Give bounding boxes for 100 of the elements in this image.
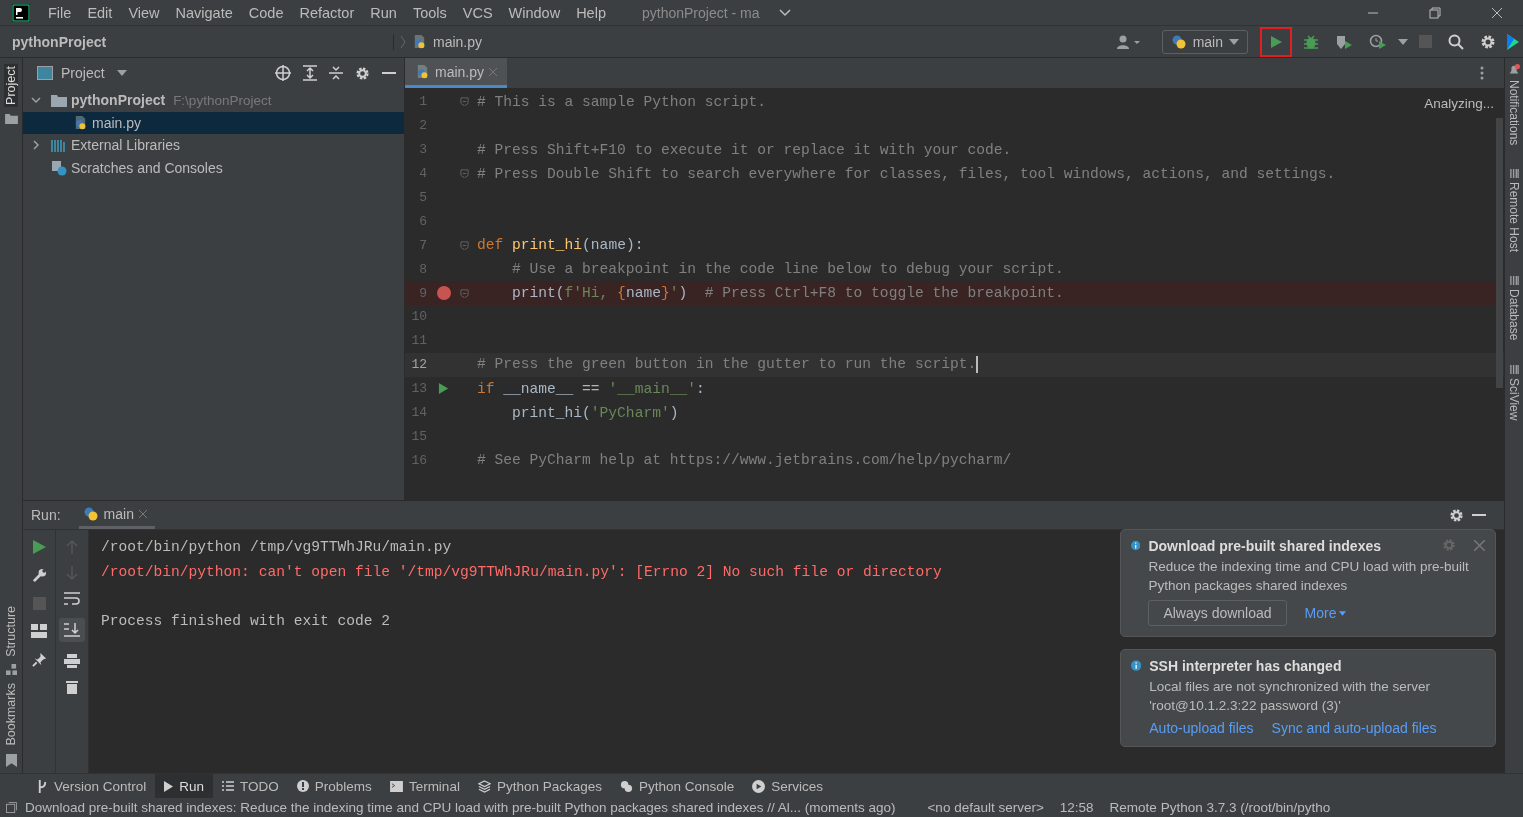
run-icon[interactable]	[438, 383, 449, 395]
caret-icon[interactable]	[116, 70, 127, 76]
notification-title: SSH interpreter has changed	[1149, 658, 1342, 674]
tree-item[interactable]: External Libraries	[23, 134, 404, 157]
menu-item[interactable]: Window	[500, 4, 569, 21]
menu-item[interactable]: Run	[362, 4, 405, 21]
user-dropdown-icon[interactable]	[1115, 33, 1142, 50]
tool-window-button[interactable]: Problems	[287, 774, 381, 798]
menu-item[interactable]: Tools	[404, 4, 455, 21]
chevron-right-icon[interactable]	[31, 140, 41, 151]
run-button[interactable]	[1260, 26, 1292, 57]
status-message[interactable]: Download pre-built shared indexes: Reduce the indexing time and CPU load with pre-built Python packages shared indexes // Al... (moments ago)	[25, 800, 896, 815]
layers-icon	[477, 779, 491, 793]
shield-play-icon[interactable]	[1335, 33, 1353, 50]
tool-window-tab[interactable]: Notifications	[1507, 80, 1521, 146]
editor-tab[interactable]: main.py	[405, 58, 508, 88]
tool-window-button[interactable]: Run	[155, 774, 214, 798]
run-tab[interactable]: main	[78, 501, 155, 529]
caret-icon	[1229, 38, 1239, 45]
terminal-icon	[389, 780, 403, 792]
tool-window-button[interactable]: TODO	[213, 774, 288, 798]
restore-icon[interactable]	[1429, 6, 1441, 19]
expand-all-icon[interactable]	[303, 65, 317, 81]
server-status[interactable]: <no default server>	[927, 800, 1044, 815]
fold-icon[interactable]	[460, 240, 469, 250]
scroll-to-end-button[interactable]	[59, 618, 85, 642]
tool-window-tab[interactable]: SciView	[1507, 377, 1521, 421]
search-icon[interactable]	[1448, 33, 1464, 50]
line-number: 12	[410, 357, 427, 373]
fold-icon[interactable]	[460, 169, 469, 179]
menu-item[interactable]: Help	[568, 4, 614, 21]
tool-window-button[interactable]: Terminal	[380, 774, 469, 798]
panel-toggle-icon[interactable]	[6, 802, 17, 813]
more-dropdown[interactable]: More	[1304, 605, 1347, 621]
caret-icon[interactable]	[1398, 38, 1408, 45]
warning-icon	[296, 780, 309, 792]
code-line: # Press the green button in the gutter to run the script.	[476, 356, 979, 374]
python-icon	[1170, 33, 1187, 50]
chevron-down-icon[interactable]	[779, 8, 792, 17]
run-configuration-dropdown[interactable]: main	[1161, 29, 1248, 54]
menu-item[interactable]: Code	[240, 4, 292, 21]
tool-window-button[interactable]: Services	[743, 774, 833, 798]
menu-item[interactable]: Refactor	[291, 4, 363, 21]
code-line: print(f'Hi, {name}') # Press Ctrl+F8 to toggle the breakpoint.	[511, 285, 1064, 302]
app-logo-icon[interactable]	[1507, 33, 1519, 50]
bug-icon[interactable]	[1303, 33, 1319, 50]
cursor-position[interactable]: 12:58	[1059, 800, 1094, 815]
menu-item[interactable]: View	[120, 4, 168, 21]
bell-icon	[1508, 64, 1520, 76]
interpreter-status[interactable]: Remote Python 3.7.3 (/root/bin/pytho	[1109, 800, 1331, 815]
breadcrumb-item[interactable]: pythonProject	[12, 33, 394, 50]
breadcrumb-item[interactable]: main.py	[433, 33, 483, 50]
menu-item[interactable]: File	[40, 4, 80, 21]
tool-window-button[interactable]: Python Console	[610, 774, 744, 798]
notification-link[interactable]: Sync and auto-upload files	[1271, 720, 1437, 736]
soft-wrap-icon[interactable]	[64, 592, 80, 606]
chevron-down-icon[interactable]	[31, 95, 41, 106]
panel-title[interactable]: Project	[61, 65, 105, 81]
crosshair-icon[interactable]	[275, 65, 291, 81]
run-icon[interactable]	[32, 540, 46, 554]
fold-icon[interactable]	[460, 288, 469, 298]
tree-item[interactable]: pythonProject F:\pythonProject	[23, 89, 404, 112]
fold-icon[interactable]	[460, 97, 469, 107]
line-number: 6	[418, 213, 427, 229]
menu-item[interactable]: Edit	[79, 4, 121, 21]
close-icon[interactable]	[1491, 6, 1503, 19]
tree-item-label: Scratches and Consoles	[71, 159, 223, 176]
branch-icon	[37, 779, 48, 793]
wrench-icon[interactable]	[31, 568, 47, 583]
settings-icon[interactable]	[1480, 33, 1496, 50]
code-line: # Use a breakpoint in the code line below to debug your script.	[511, 261, 1064, 278]
tool-window-tab[interactable]: Project	[4, 64, 18, 107]
tree-item-path: F:\pythonProject	[173, 92, 272, 108]
menu-item[interactable]: VCS	[454, 4, 501, 21]
notification-button[interactable]: Always download	[1148, 600, 1287, 626]
tool-window-button[interactable]: Version Control	[28, 774, 156, 798]
tool-window-tab[interactable]: Bookmarks	[4, 681, 18, 748]
breakpoint-icon[interactable]	[436, 286, 451, 301]
console-line: /root/bin/python /tmp/vg9TTWhJRu/main.py	[101, 538, 453, 557]
more-icon[interactable]	[1480, 66, 1484, 80]
tool-window-tab[interactable]: Structure	[4, 603, 18, 659]
menu-item[interactable]: Navigate	[167, 4, 241, 21]
clock-play-icon[interactable]	[1369, 33, 1387, 50]
tool-window-tab[interactable]: Remote Host	[1507, 182, 1521, 253]
line-number: 3	[418, 142, 427, 158]
tree-item[interactable]: Scratches and Consoles	[23, 156, 404, 179]
panel-title: Run:	[31, 507, 61, 523]
line-number: 8	[418, 261, 427, 277]
layout-icon[interactable]	[31, 624, 47, 638]
scrollbar[interactable]	[1496, 118, 1503, 388]
notification-text: Reduce the indexing time and CPU load with pre-built Python packages shared indexes	[1148, 558, 1470, 595]
tree-item[interactable]: main.py	[23, 111, 404, 134]
notification-link[interactable]: Auto-upload files	[1149, 720, 1254, 736]
pin-icon[interactable]	[31, 652, 47, 667]
collapse-all-icon[interactable]	[329, 65, 343, 81]
tool-window-button[interactable]: Python Packages	[468, 774, 611, 798]
printer-icon[interactable]	[64, 654, 80, 668]
trash-icon[interactable]	[66, 680, 78, 694]
tool-window-tab[interactable]: Database	[1507, 289, 1521, 341]
close-icon[interactable]	[138, 509, 147, 518]
